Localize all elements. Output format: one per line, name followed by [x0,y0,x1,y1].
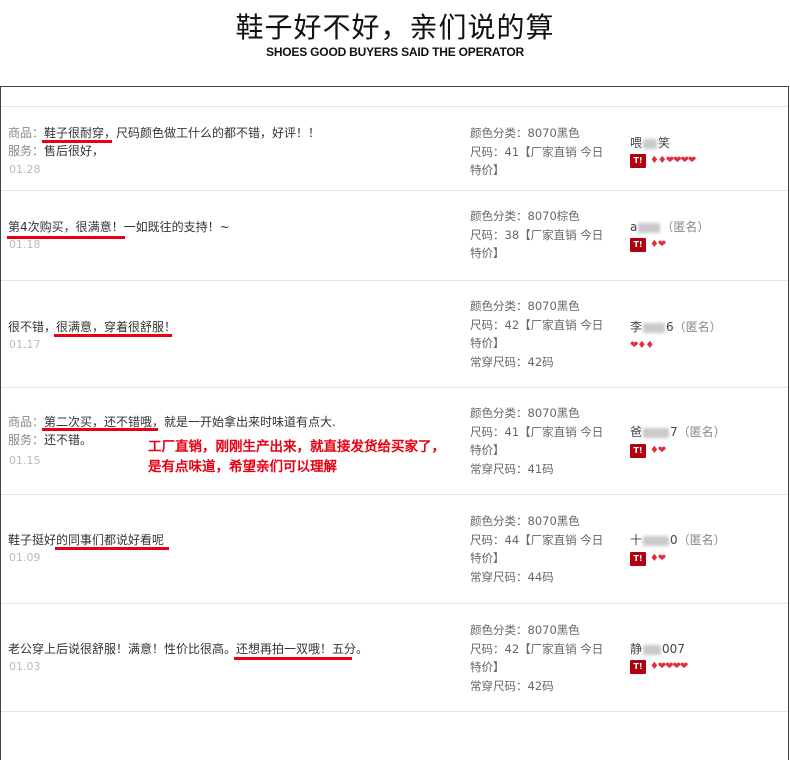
masked-name [643,322,666,333]
anonymous-tag: （匿名） [677,425,726,439]
reviewer[interactable]: 喂笑 [630,134,670,151]
color-variant: 颜色分类：8070黑色 [470,406,580,420]
heart-rank-icon: ♦❤ [649,553,666,564]
color-variant: 颜色分类：8070黑色 [470,514,580,528]
page-subtitle: SHOES GOOD BUYERS SAID THE OPERATOR [266,45,524,59]
reviewer-name-start: 喂 [630,136,643,150]
reviewer-name-end: 6 [666,320,674,334]
masked-name [643,535,670,546]
highlight-underline [54,334,172,337]
tmall-badge-icon: T! [630,443,646,458]
usual-size: 常穿尺码：42码 [470,354,554,369]
review-text: 很不错，很满意，穿着很舒服！ [8,320,177,334]
sku-info: 颜色分类：8070黑色 尺码：41【厂家直销 今日特价】 [470,124,610,180]
masked-name [643,138,658,149]
review-date: 01.18 [9,238,41,251]
heart-rank-icon: ♦❤❤❤❤ [649,661,688,672]
review-date: 01.09 [9,551,41,564]
product-label: 商品： [8,126,45,140]
reviewer-name-start: 爸 [630,425,643,439]
reviewer-rank: ❤♦♦ [630,338,654,352]
highlight-underline [234,657,352,660]
masked-name [643,644,662,655]
reviewer-rank: T! ♦❤ [630,443,666,458]
highlight-underline [7,236,125,239]
reviewer-rank: T! ♦❤ [630,237,666,252]
heart-rank-icon: ❤♦♦ [630,340,654,351]
page-title: 鞋子好不好，亲们说的算 [235,11,555,44]
tmall-badge-icon: T! [630,659,646,674]
usual-size: 常穿尺码：44码 [470,569,554,584]
reviewer-name-end: 7 [670,425,678,439]
reviewer[interactable]: 爸 7（匿名） [630,423,726,440]
heart-rank-icon: ♦❤ [649,445,666,456]
annotation-line: 是有点味道，希望亲们可以理解 [148,459,337,475]
review-date: 01.17 [9,338,41,351]
sku-info: 颜色分类：8070黑色 尺码：42【厂家直销 今日特价】 常穿尺码：42码 [470,297,610,371]
review-date: 01.03 [9,660,41,673]
service-text: 还不错。 [44,433,93,447]
reviewer[interactable]: 李 6（匿名） [630,318,722,335]
tmall-badge-icon: T! [630,237,646,252]
review-row: 老公穿上后说很舒服！满意！性价比很高。还想再拍一双哦！五分。 01.03 颜色分… [1,603,788,712]
sku-info: 颜色分类：8070黑色 尺码：41【厂家直销 今日特价】 常穿尺码：41码 [470,404,610,478]
reviewer[interactable]: 十 0（匿名） [630,531,726,548]
size-variant: 尺码：38【厂家直销 今日特价】 [470,227,604,261]
reviewer-name-start: 十 [630,533,643,547]
tmall-badge-icon: T! [630,153,646,168]
highlight-underline [42,140,112,143]
anonymous-tag: （匿名） [673,320,722,334]
reviewer[interactable]: a （匿名） [630,218,709,235]
size-variant: 尺码：44【厂家直销 今日特价】 [470,532,604,566]
review-content: 老公穿上后说很舒服！满意！性价比很高。还想再拍一双哦！五分。 [8,640,368,658]
tmall-badge-icon: T! [630,551,646,566]
review-text: 老公穿上后说很舒服！满意！性价比很高。还想再拍一双哦！五分。 [8,642,369,656]
product-label: 商品： [8,415,45,429]
anonymous-tag: （匿名） [661,220,710,234]
reviewer-rank: T! ♦❤❤❤❤ [630,659,688,674]
service-text: 售后很好， [44,144,105,158]
highlight-underline [42,428,158,431]
review-text: 第4次购买，很满意！一如既往的支持！~ [8,220,230,234]
review-text: 鞋子很耐穿，尺码颜色做工什么的都不错，好评！！ [44,126,321,140]
seller-annotation: 工厂直销，刚刚生产出来，就直接发货给买家了， 是有点味道，希望亲们可以理解 [148,437,445,477]
service-label: 服务： [8,144,45,158]
sku-info: 颜色分类：8070棕色 尺码：38【厂家直销 今日特价】 [470,207,610,263]
color-variant: 颜色分类：8070黑色 [470,623,580,637]
size-variant: 尺码：42【厂家直销 今日特价】 [470,317,604,351]
highlight-underline [55,547,169,550]
reviewer-rank: T! ♦❤ [630,551,666,566]
review-row: 商品：鞋子很耐穿，尺码颜色做工什么的都不错，好评！！ 服务：售后很好， 01.2… [1,106,788,191]
anonymous-tag: （匿名） [677,533,726,547]
reviewer[interactable]: 静 007 [630,640,685,657]
reviewer-name-start: 李 [630,320,643,334]
size-variant: 尺码：42【厂家直销 今日特价】 [470,641,604,675]
sku-info: 颜色分类：8070黑色 尺码：42【厂家直销 今日特价】 常穿尺码：42码 [470,621,610,695]
usual-size: 常穿尺码：41码 [470,461,554,476]
reviewer-name-start: 静 [630,642,643,656]
reviewer-name-end: 0 [670,533,678,547]
heart-rank-icon: ♦❤ [649,239,666,250]
review-date: 01.28 [9,163,41,176]
review-date: 01.15 [9,454,41,467]
reviewer-name-start: a [630,220,638,234]
heart-rank-icon: ♦♦❤❤❤❤ [649,155,696,166]
color-variant: 颜色分类：8070黑色 [470,299,580,313]
usual-size: 常穿尺码：42码 [470,678,554,693]
annotation-line: 工厂直销，刚刚生产出来，就直接发货给买家了， [148,439,445,455]
review-text: 第二次买，还不错哦，就是一开始拿出来时味道有点大. [44,415,336,429]
masked-name [638,222,661,233]
size-variant: 尺码：41【厂家直销 今日特价】 [470,424,604,458]
color-variant: 颜色分类：8070黑色 [470,126,580,140]
service-label: 服务： [8,433,45,447]
sku-info: 颜色分类：8070黑色 尺码：44【厂家直销 今日特价】 常穿尺码：44码 [470,512,610,586]
reviewer-rank: T! ♦♦❤❤❤❤ [630,153,696,168]
review-content: 第4次购买，很满意！一如既往的支持！~ [8,218,230,236]
size-variant: 尺码：41【厂家直销 今日特价】 [470,144,604,178]
reviewer-name-end: 007 [662,642,685,656]
reviewer-name-end: 笑 [658,136,671,150]
masked-name [643,427,670,438]
color-variant: 颜色分类：8070棕色 [470,209,580,223]
review-text: 鞋子挺好的同事们都说好看呢 [8,533,165,547]
